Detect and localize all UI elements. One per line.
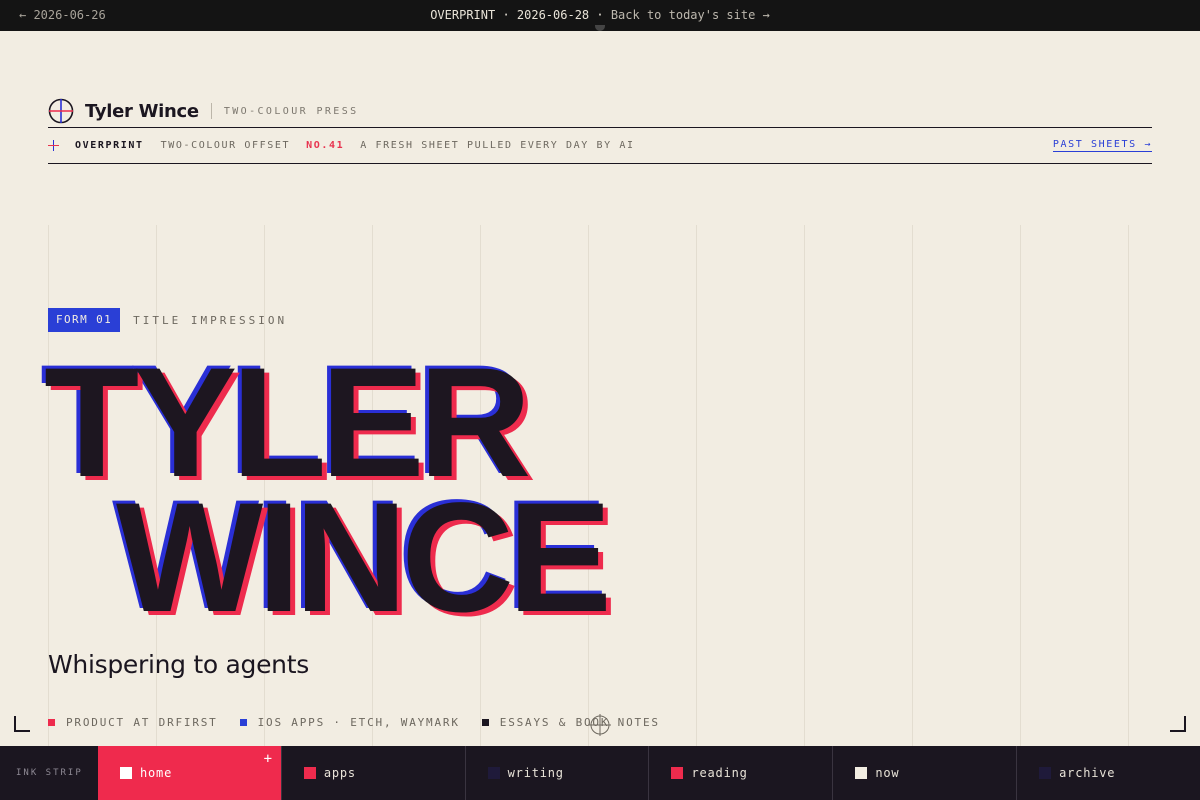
nav-tab-apps[interactable]: apps (280, 746, 465, 800)
white-swatch-icon (120, 767, 132, 779)
ribbon-name: OVERPRINT (75, 140, 144, 151)
edition-ribbon: OVERPRINT TWO-COLOUR OFFSET NO.41 A FRES… (48, 128, 1152, 163)
grid-line (1020, 225, 1021, 746)
back-to-today-link[interactable]: Back to today's site → (611, 8, 770, 22)
plus-icon: + (263, 751, 273, 767)
nav-tab-home[interactable]: home + (98, 746, 281, 800)
hero-title: TYLER TYLER TYLER WINCE WINCE WINCE (40, 342, 617, 640)
role-tags: PRODUCT AT DRFIRST IOS APPS · ETCH, WAYM… (48, 714, 682, 730)
hero-subtitle: Whispering to agents (48, 650, 309, 679)
form-title: TITLE IMPRESSION (133, 313, 288, 327)
hero-line-2-text: WINCE (116, 471, 612, 645)
paper-swatch-icon (855, 767, 868, 779)
blue-square-icon (239, 718, 247, 726)
crop-mark-icon (1170, 716, 1186, 732)
ribbon-description: A FRESH SHEET PULLED EVERY DAY BY AI (360, 140, 635, 151)
nav-tab-archive[interactable]: archive (1016, 746, 1200, 800)
form-label: FORM 01 TITLE IMPRESSION (48, 308, 287, 332)
edition-bar: OVERPRINT · 2026-06-28 · Back to today's… (0, 8, 1200, 22)
edition-label: OVERPRINT · 2026-06-28 · (430, 8, 604, 22)
nav-tab-label: archive (1059, 766, 1116, 780)
ribbon-process: TWO-COLOUR OFFSET (160, 140, 291, 151)
registration-target-icon (589, 714, 611, 736)
grid-line (804, 225, 805, 746)
brand-divider (210, 103, 212, 119)
nav-tab-label: writing (507, 766, 564, 780)
role-tag: IOS APPS · ETCH, WAYMARK (239, 715, 460, 729)
black-square-icon (481, 718, 489, 726)
ink-strip-nav: INK STRIP home + apps writing reading no… (0, 746, 1200, 800)
ink-strip-label: INK STRIP (16, 768, 83, 778)
nav-tab-label: apps (323, 766, 356, 780)
red-swatch-icon (303, 767, 316, 779)
role-tag: PRODUCT AT DRFIRST (48, 716, 218, 729)
nav-tab-label: reading (691, 766, 748, 780)
role-tag-label: ESSAYS & BOOK NOTES (499, 715, 660, 729)
brand-tagline: TWO-COLOUR PRESS (223, 105, 359, 117)
nav-tab-label: now (875, 766, 900, 780)
brand-name: Tyler Wince (85, 100, 199, 122)
indigo-swatch-icon (487, 767, 500, 779)
form-badge: FORM 01 (48, 308, 121, 332)
role-tag-label: IOS APPS · ETCH, WAYMARK (257, 715, 460, 729)
masthead-bottom-rule (48, 163, 1152, 164)
nav-tab-reading[interactable]: reading (648, 746, 832, 800)
site-brand[interactable]: Tyler Wince TWO-COLOUR PRESS (48, 98, 359, 124)
grid-line (1128, 225, 1129, 746)
issue-number: NO.41 (306, 140, 345, 151)
plus-icon (48, 140, 59, 151)
indigo-swatch-icon (1039, 767, 1052, 779)
grid-line (696, 225, 697, 746)
role-tag: ESSAYS & BOOK NOTES (481, 715, 660, 729)
grid-line (912, 225, 913, 746)
red-square-icon (48, 718, 55, 726)
crop-mark-icon (14, 716, 30, 732)
role-tag-label: PRODUCT AT DRFIRST (66, 715, 218, 729)
registration-mark-icon (48, 98, 74, 124)
red-swatch-icon (671, 767, 684, 779)
nav-tab-now[interactable]: now (832, 746, 1016, 800)
past-sheets-link[interactable]: PAST SHEETS → (1052, 139, 1152, 152)
nav-tab-label: home (140, 766, 173, 780)
hero-line-1: TYLER TYLER TYLER (40, 342, 536, 505)
nav-tab-writing[interactable]: writing (464, 746, 649, 800)
